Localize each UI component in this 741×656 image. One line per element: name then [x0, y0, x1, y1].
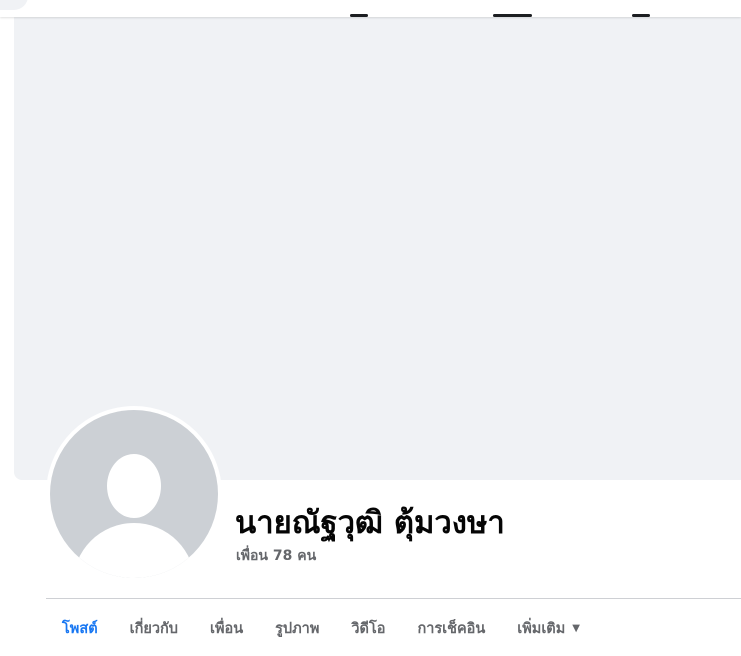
tab-photos[interactable]: รูปภาพ — [259, 609, 335, 649]
tab-posts[interactable]: โพสต์ — [46, 609, 114, 649]
top-navigation-bar — [0, 0, 741, 17]
default-avatar-icon — [50, 410, 218, 578]
tab-checkins[interactable]: การเช็คอิน — [401, 609, 501, 649]
nav-tab-indicator — [632, 14, 650, 17]
profile-page: นายณัฐวุฒิ ตุ้มวงษา เพื่อน 78 คน โพสต์ เ… — [0, 0, 741, 656]
caret-down-icon: ▼ — [572, 623, 580, 634]
profile-avatar[interactable] — [46, 406, 222, 582]
tab-about[interactable]: เกี่ยวกับ — [114, 609, 194, 649]
tab-more-label: เพิ่มเติม — [517, 621, 566, 637]
avatar-head-silhouette — [107, 454, 161, 518]
profile-tabs: โพสต์ เกี่ยวกับ เพื่อน รูปภาพ วิดีโอ การ… — [46, 609, 596, 649]
tab-more[interactable]: เพิ่มเติม ▼ — [501, 609, 596, 649]
avatar-body-silhouette — [73, 523, 195, 578]
search-bar[interactable] — [0, 0, 28, 10]
tab-friends[interactable]: เพื่อน — [194, 609, 259, 649]
tabs-divider — [46, 598, 741, 599]
nav-tab-indicator — [350, 14, 368, 17]
profile-name: นายณัฐวุฒิ ตุ้มวงษา — [235, 505, 505, 541]
friends-count-link[interactable]: เพื่อน 78 คน — [236, 546, 316, 566]
nav-tab-indicator — [493, 14, 532, 17]
tab-videos[interactable]: วิดีโอ — [335, 609, 401, 649]
